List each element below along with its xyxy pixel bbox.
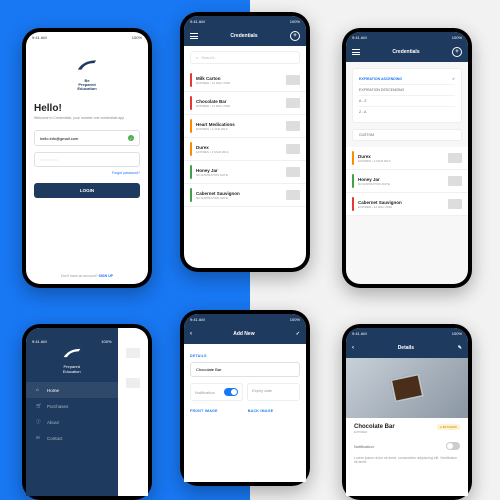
app-header: ‹ Add New ✓ — [184, 324, 306, 344]
name-field[interactable]: Chocolate Bar — [190, 362, 300, 377]
edit-icon[interactable]: ✎ — [458, 345, 462, 351]
drawer-item-contact[interactable]: ✉Contact — [26, 430, 118, 446]
status-bar: 9:41 AM100% — [346, 32, 468, 42]
home-icon: ⌂ — [36, 387, 42, 393]
thumb — [286, 190, 300, 200]
save-icon[interactable]: ✓ — [296, 331, 300, 337]
back-icon[interactable]: ‹ — [190, 331, 192, 337]
drawer-item-about[interactable]: ⓘAbout — [26, 414, 118, 430]
check-icon: ✓ — [128, 135, 134, 141]
list-item[interactable]: Honey JarNO EXPIRATION DATE — [184, 161, 306, 184]
description: Lorem ipsum dolor sit amet, consectetur … — [354, 456, 460, 464]
search-icon: ⌕ — [196, 55, 198, 60]
list-item[interactable]: Honey JarNO EXPIRATION DATE — [346, 170, 468, 193]
list-item[interactable]: Cabernet SauvignonNO EXPIRATION DATE — [184, 184, 306, 207]
status-bar: 9:41 AM100% — [26, 32, 148, 42]
sort-panel: EXPIRATION ASCENDING✓ EXPIRATION DESCEND… — [352, 68, 462, 123]
hello-heading: Hello! — [34, 103, 140, 114]
code-badge: ● B173HDW — [437, 424, 460, 430]
mail-icon: ✉ — [36, 435, 42, 441]
search-input[interactable]: ⌕ Search... — [190, 51, 300, 64]
status-bar: 9:41 AM100% — [26, 336, 118, 346]
thumb — [286, 98, 300, 108]
brand-logo: PreparedEducation — [26, 346, 118, 374]
status-bar: 9:41 AM100% — [184, 16, 306, 26]
menu-icon[interactable] — [190, 33, 198, 39]
back-icon[interactable]: ‹ — [352, 345, 354, 351]
page-title: Credentials — [392, 49, 419, 55]
login-button[interactable]: LOGIN — [34, 183, 140, 198]
brand-logo: BePreparedEducation — [34, 58, 140, 91]
page-title: Details — [360, 345, 452, 351]
page-title: Add New — [198, 331, 290, 337]
password-field[interactable]: •••••••• — [34, 152, 140, 167]
page-title: Credentials — [230, 33, 257, 39]
add-icon[interactable]: + — [452, 47, 462, 57]
notification-toggle[interactable] — [446, 442, 460, 450]
cart-icon: 🛒 — [36, 403, 42, 409]
notification-toggle-row: Notification — [190, 383, 243, 401]
info-icon: ⓘ — [36, 419, 42, 425]
phone-drawer: 9:41 AM100% PreparedEducation ⌂Home 🛒Pur… — [22, 324, 152, 500]
list-item[interactable]: Heart MedicationsEXPIRES • 3 JAN 2019 — [184, 115, 306, 138]
expiry-field[interactable]: Expiry date — [247, 383, 300, 401]
phone-sort: 9:41 AM100% Credentials + EXPIRATION ASC… — [342, 28, 472, 288]
sort-option[interactable]: Z - A — [359, 107, 455, 117]
signup-row[interactable]: Don't have an account? SIGN UP — [26, 274, 148, 278]
section-front: FRONT IMAGE — [190, 409, 218, 413]
thumb — [286, 75, 300, 85]
sort-option[interactable]: EXPIRATION DESCENDING — [359, 85, 455, 96]
credentials-list: Milk CartonEXPIRED • 12 DEC 2018 Chocola… — [184, 69, 306, 207]
sort-option[interactable]: EXPIRATION ASCENDING✓ — [359, 74, 455, 85]
app-header: Credentials + — [346, 42, 468, 62]
list-item[interactable]: Milk CartonEXPIRED • 12 DEC 2018 — [184, 69, 306, 92]
notification-toggle[interactable] — [224, 388, 238, 396]
list-item[interactable]: DurexEXPIRES • 4 MAR 2019 — [346, 147, 468, 170]
status-text: EXPIRED — [354, 430, 460, 434]
menu-icon[interactable] — [352, 49, 360, 55]
phone-addnew: 9:41 AM100% ‹ Add New ✓ DETAILS Chocolat… — [180, 310, 310, 486]
email-field[interactable]: hello.info@gmail.com ✓ — [34, 130, 140, 146]
section-details: DETAILS — [190, 354, 300, 358]
forgot-link[interactable]: Forgot password? — [34, 171, 140, 175]
app-header: Credentials + — [184, 26, 306, 46]
status-bar: 9:41 AM100% — [184, 314, 306, 324]
phone-login: 9:41 AM100% BePreparedEducation Hello! W… — [22, 28, 152, 288]
add-icon[interactable]: + — [290, 31, 300, 41]
section-back: BACK IMAGE — [248, 409, 274, 413]
phone-details: 9:41 AM100% ‹ Details ✎ Chocolate Bar ● … — [342, 324, 472, 500]
hello-sub: Welcome to Credentials, your number one … — [34, 116, 140, 120]
phone-credentials: 9:41 AM100% Credentials + ⌕ Search... Mi… — [180, 12, 310, 272]
notif-label: Notification — [354, 444, 374, 449]
drawer-item-home[interactable]: ⌂Home — [26, 382, 118, 398]
nav-drawer: 9:41 AM100% PreparedEducation ⌂Home 🛒Pur… — [26, 328, 118, 496]
thumb — [286, 144, 300, 154]
sort-custom[interactable]: CUSTOM — [352, 129, 462, 141]
check-icon: ✓ — [452, 77, 455, 81]
product-image — [346, 358, 468, 418]
list-item[interactable]: DurexEXPIRES • 4 MAR 2019 — [184, 138, 306, 161]
app-header: ‹ Details ✎ — [346, 338, 468, 358]
list-item[interactable]: Chocolate BarEXPIRED • 12 DEC 2018 — [184, 92, 306, 115]
thumb — [286, 121, 300, 131]
list-item[interactable]: Cabernet SauvignonEXPIRED • 12 DEC 2018 — [346, 193, 468, 216]
drawer-item-purchases[interactable]: 🛒Purchases — [26, 398, 118, 414]
sort-option[interactable]: A - Z — [359, 96, 455, 107]
thumb — [286, 167, 300, 177]
status-bar: 9:41 AM100% — [346, 328, 468, 338]
